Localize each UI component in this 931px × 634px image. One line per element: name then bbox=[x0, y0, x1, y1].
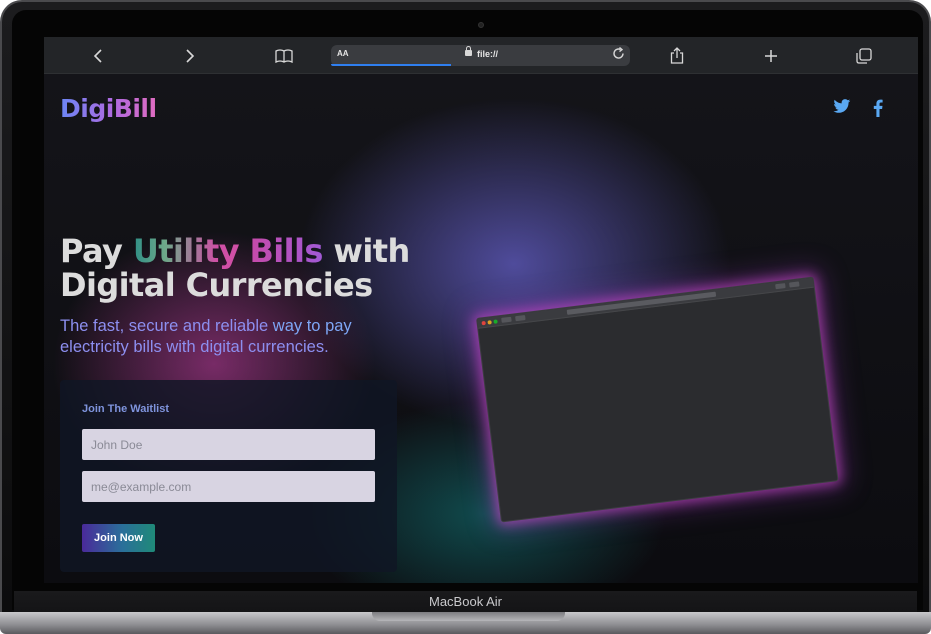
browser-toolbar: AA file:// bbox=[44, 37, 918, 74]
chevron-left-icon[interactable] bbox=[84, 37, 112, 74]
email-input[interactable] bbox=[82, 471, 375, 502]
site-logo[interactable]: DigiBill bbox=[60, 94, 157, 123]
hero-title-highlight: Utility bbox=[132, 232, 240, 270]
mockup-titlebar bbox=[477, 277, 814, 329]
lock-icon bbox=[465, 46, 472, 56]
hero-title-highlight: Bills bbox=[249, 232, 324, 270]
camera-icon bbox=[478, 22, 484, 28]
plus-icon[interactable] bbox=[757, 37, 785, 74]
hero-subtitle-text: The fast, secure and reliable bbox=[60, 317, 269, 335]
waitlist-title: Join The Waitlist bbox=[82, 403, 169, 415]
screen-bezel: AA file:// DigiBill Pay Utility Bills wi… bbox=[12, 10, 923, 610]
mockup-nav-icon bbox=[515, 315, 526, 322]
laptop-chin: MacBook Air bbox=[14, 591, 917, 612]
join-now-button[interactable]: Join Now bbox=[82, 524, 155, 552]
laptop-lid: AA file:// DigiBill Pay Utility Bills wi… bbox=[0, 0, 931, 612]
name-input[interactable] bbox=[82, 429, 375, 460]
reload-icon[interactable] bbox=[612, 46, 625, 63]
facebook-icon[interactable] bbox=[873, 99, 895, 121]
waitlist-form: Join The Waitlist Join Now bbox=[60, 380, 397, 572]
text-size-button[interactable]: AA bbox=[337, 49, 349, 58]
hero-title-word: with bbox=[333, 232, 410, 270]
tabs-icon[interactable] bbox=[850, 37, 878, 74]
chevron-right-icon[interactable] bbox=[176, 37, 204, 74]
laptop-notch bbox=[372, 612, 565, 621]
minimize-dot-icon bbox=[487, 320, 492, 325]
device-label: MacBook Air bbox=[429, 594, 502, 609]
twitter-icon[interactable] bbox=[833, 99, 855, 121]
book-icon[interactable] bbox=[270, 37, 298, 74]
hero-title-word: Pay bbox=[60, 232, 123, 270]
web-page: DigiBill Pay Utility Bills with Digital … bbox=[44, 74, 918, 583]
hero-title-line2: Digital Currencies bbox=[60, 266, 373, 304]
hero-title: Pay Utility Bills with Digital Currencie… bbox=[60, 234, 480, 302]
share-icon[interactable] bbox=[663, 37, 691, 74]
mockup-address-bar bbox=[566, 291, 717, 315]
load-progress-bar bbox=[331, 64, 451, 66]
mockup-nav-icon bbox=[501, 316, 512, 323]
maximize-dot-icon bbox=[493, 319, 498, 324]
hero-subtitle-text: electricity bills with digital currencie… bbox=[60, 338, 329, 356]
mockup-control-icon bbox=[789, 281, 800, 288]
close-dot-icon bbox=[481, 320, 486, 326]
hero-subtitle-text: way to pay bbox=[272, 317, 352, 335]
hero-subtitle: The fast, secure and reliable way to pay… bbox=[60, 316, 420, 358]
mockup-control-icon bbox=[775, 283, 786, 290]
screen: AA file:// DigiBill Pay Utility Bills wi… bbox=[44, 37, 918, 583]
address-bar[interactable]: AA file:// bbox=[331, 45, 630, 66]
browser-mockup-image bbox=[476, 276, 839, 523]
url-text: file:// bbox=[477, 49, 499, 59]
